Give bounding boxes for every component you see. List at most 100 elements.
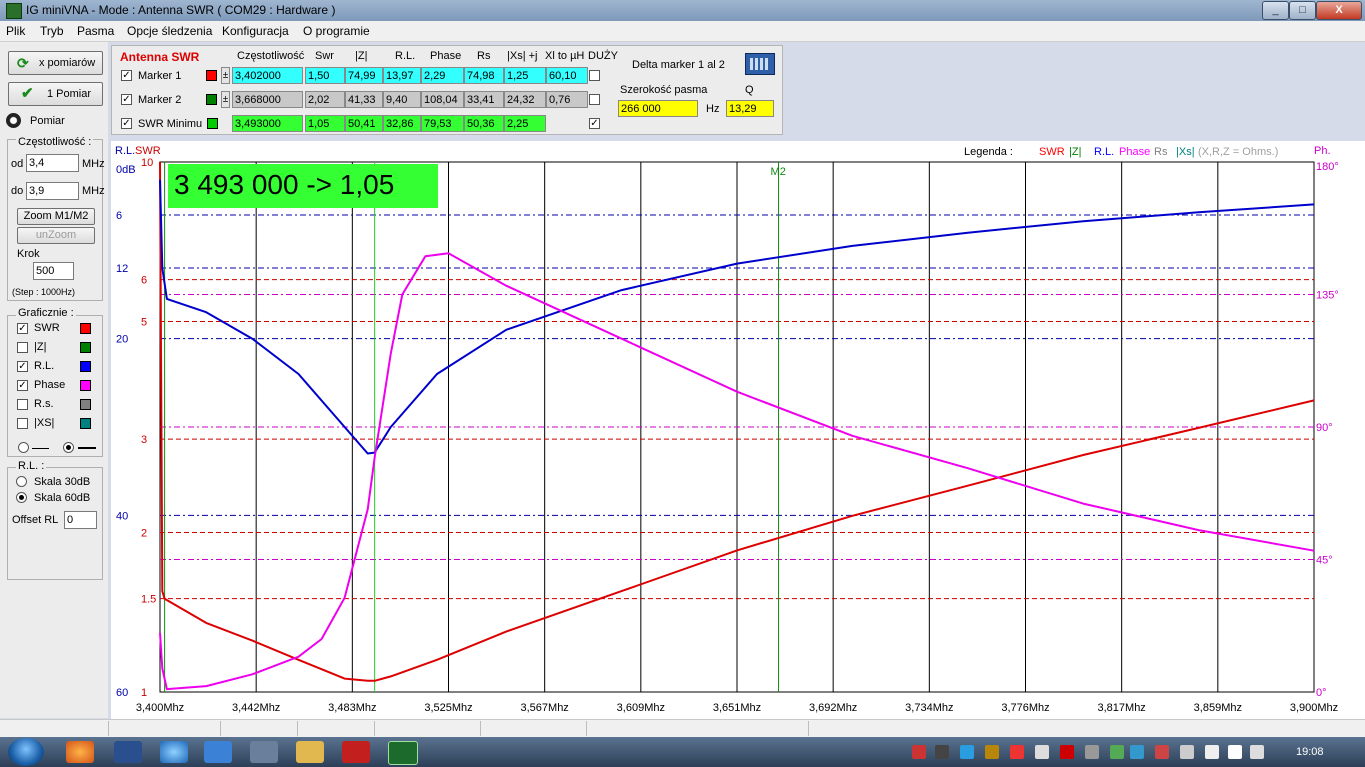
col-header-xl: Xl to µH bbox=[545, 50, 585, 62]
graph-color-swatch[interactable] bbox=[80, 361, 91, 372]
tray-icon-4[interactable] bbox=[985, 745, 999, 759]
tray-icon-12[interactable] bbox=[1180, 745, 1194, 759]
marker-value-cell: 2,02 bbox=[305, 91, 345, 108]
refresh-icon: ⟳ bbox=[17, 55, 29, 71]
x-tick-label: 3,859Mhz bbox=[1194, 702, 1242, 714]
tray-icon-8[interactable] bbox=[1085, 745, 1099, 759]
1-pomiar-label: 1 Pomiar bbox=[47, 88, 92, 100]
line-thick-radio[interactable] bbox=[63, 442, 74, 453]
marker-step-spinner[interactable]: ± bbox=[221, 67, 230, 84]
pdf-icon[interactable] bbox=[342, 741, 370, 763]
calculator-button[interactable] bbox=[745, 53, 775, 75]
menu-opcje-sledzenia[interactable]: Opcje śledzenia bbox=[127, 24, 212, 38]
phase-tick-label: 135° bbox=[1316, 290, 1339, 302]
tray-icon-6[interactable] bbox=[1035, 745, 1049, 759]
col-header-swr: Swr bbox=[315, 50, 334, 62]
folder-icon[interactable] bbox=[296, 741, 324, 763]
krok-label: Krok bbox=[17, 248, 40, 260]
save-disk-icon[interactable] bbox=[114, 741, 142, 763]
phase-tick-label: 45° bbox=[1316, 555, 1333, 567]
tray-icon-11[interactable] bbox=[1155, 745, 1169, 759]
big-readout-box: 3 493 000 -> 1,05 bbox=[168, 164, 438, 208]
minivna-icon[interactable] bbox=[388, 741, 418, 765]
x-tick-label: 3,817Mhz bbox=[1098, 702, 1146, 714]
skala30-radio[interactable] bbox=[16, 476, 27, 487]
krok-input[interactable] bbox=[33, 262, 74, 280]
maximize-button[interactable]: □ bbox=[1289, 1, 1316, 20]
network-icon[interactable] bbox=[1228, 745, 1242, 759]
tray-icon-2[interactable] bbox=[935, 745, 949, 759]
graph-checkbox-2[interactable]: ✓ bbox=[17, 361, 28, 372]
skala60-radio[interactable] bbox=[16, 492, 27, 503]
graph-color-swatch[interactable] bbox=[80, 323, 91, 334]
marker-step-spinner[interactable]: ± bbox=[221, 91, 230, 108]
do-input[interactable] bbox=[26, 182, 79, 200]
duzy-checkbox[interactable] bbox=[589, 70, 600, 81]
tray-icon-3[interactable] bbox=[960, 745, 974, 759]
graph-checkbox-4[interactable] bbox=[17, 399, 28, 410]
graph-checkbox-1[interactable] bbox=[17, 342, 28, 353]
legend-label: Legenda : bbox=[964, 146, 1013, 158]
graph-color-swatch[interactable] bbox=[80, 418, 91, 429]
graph-checkbox-0[interactable]: ✓ bbox=[17, 323, 28, 334]
menu-o-programie[interactable]: O programie bbox=[303, 24, 370, 38]
frequency-group-label: Częstotliwość : bbox=[16, 136, 94, 148]
left-panel: ⟳ x pomiarów ✔ 1 Pomiar Pomiar Częstotli… bbox=[0, 42, 108, 718]
duzy-checkbox[interactable] bbox=[589, 94, 600, 105]
chart-area[interactable]: 3,400Mhz 3,442Mhz 3,483Mhz 3,525Mhz 3,567Mhz… bbox=[111, 141, 1365, 719]
marker-row-checkbox[interactable]: ✓ bbox=[121, 94, 132, 105]
volume-icon[interactable] bbox=[1250, 745, 1264, 759]
graph-color-swatch[interactable] bbox=[80, 399, 91, 410]
menu-tryb[interactable]: Tryb bbox=[40, 24, 64, 38]
unzoom-button[interactable]: unZoom bbox=[17, 227, 95, 244]
graph-checkbox-5[interactable] bbox=[17, 418, 28, 429]
graph-color-swatch[interactable] bbox=[80, 380, 91, 391]
tray-icon-10[interactable] bbox=[1130, 745, 1144, 759]
duzy-checkbox[interactable]: ✓ bbox=[589, 118, 600, 129]
marker-value-cell: 13,97 bbox=[383, 67, 421, 84]
status-cell-6 bbox=[482, 721, 587, 736]
tray-icon-9[interactable] bbox=[1110, 745, 1124, 759]
screen-icon[interactable] bbox=[204, 741, 232, 763]
close-button[interactable]: X bbox=[1316, 1, 1362, 20]
clock[interactable]: 19:08 bbox=[1296, 746, 1324, 758]
line-thin-radio[interactable] bbox=[18, 442, 29, 453]
graph-checkbox-3[interactable]: ✓ bbox=[17, 380, 28, 391]
graph-color-swatch[interactable] bbox=[80, 342, 91, 353]
start-button-icon[interactable] bbox=[8, 738, 44, 766]
tray-icon-7[interactable] bbox=[1060, 745, 1074, 759]
tray-icon-5[interactable] bbox=[1010, 745, 1024, 759]
firefox-icon[interactable] bbox=[66, 741, 94, 763]
x-pomiarow-button[interactable]: ⟳ x pomiarów bbox=[8, 51, 103, 75]
marker-value-cell[interactable]: 3,402000 bbox=[232, 67, 303, 84]
rl-tick-label: 60 bbox=[116, 687, 128, 699]
1-pomiar-button[interactable]: ✔ 1 Pomiar bbox=[8, 82, 103, 106]
graph-item-label: R.L. bbox=[34, 360, 55, 372]
marker-value-cell[interactable]: 3,668000 bbox=[232, 91, 303, 108]
marker-value-cell: 2,29 bbox=[421, 67, 464, 84]
do-mhz-label: MHz bbox=[82, 185, 105, 197]
marker-value-cell: 74,98 bbox=[464, 67, 504, 84]
tool-icon[interactable] bbox=[250, 741, 278, 763]
internet-explorer-icon[interactable] bbox=[160, 741, 188, 763]
od-label: od bbox=[11, 158, 24, 170]
marker-row-checkbox[interactable]: ✓ bbox=[121, 118, 132, 129]
marker-color-swatch bbox=[206, 94, 217, 105]
checkmark-icon: ✔ bbox=[21, 85, 34, 102]
marker-label: M2 bbox=[771, 166, 786, 178]
od-input[interactable] bbox=[26, 154, 79, 172]
tray-icon-13[interactable] bbox=[1205, 745, 1219, 759]
menu-plik[interactable]: Plik bbox=[6, 24, 25, 38]
tray-icon-1[interactable] bbox=[912, 745, 926, 759]
offset-rl-input[interactable] bbox=[64, 511, 97, 529]
marker-row-checkbox[interactable]: ✓ bbox=[121, 70, 132, 81]
rl-tick-label: 0dB bbox=[116, 164, 136, 176]
menu-konfiguracja[interactable]: Konfiguracja bbox=[222, 24, 289, 38]
marker-value-cell[interactable]: 3,493000 bbox=[232, 115, 303, 132]
offset-rl-label: Offset RL bbox=[12, 514, 59, 526]
menu-pasma[interactable]: Pasma bbox=[77, 24, 114, 38]
zoom-m1m2-button[interactable]: Zoom M1/M2 bbox=[17, 208, 95, 225]
x-tick-label: 3,400Mhz bbox=[136, 702, 184, 714]
step-note: (Step : 1000Hz) bbox=[12, 287, 76, 297]
minimize-button[interactable]: _ bbox=[1262, 1, 1289, 20]
